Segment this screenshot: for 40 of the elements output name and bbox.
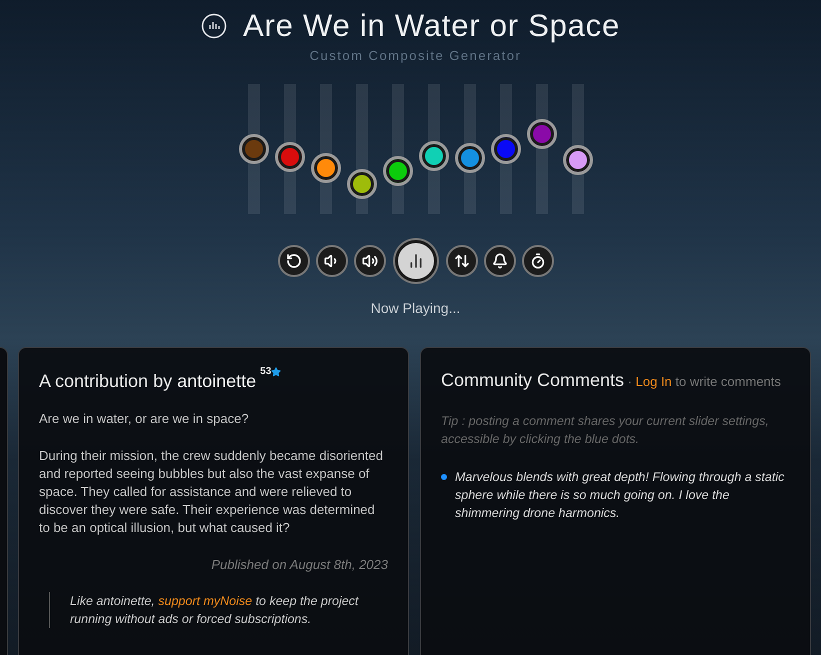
comment-text: Marvelous blends with great depth! Flowing through a static sphere while there is so much going on. I love the shimmering drone harmonics.	[455, 469, 786, 522]
login-link[interactable]: Log In	[636, 374, 672, 389]
slider-thumb[interactable]	[418, 140, 448, 171]
control-button[interactable]	[354, 244, 386, 276]
reset-icon	[286, 252, 302, 268]
slider-thumb[interactable]	[346, 168, 376, 199]
control-button[interactable]	[484, 244, 516, 276]
slider-thumb[interactable]	[382, 156, 412, 186]
contribution-title: A contribution by	[39, 370, 172, 393]
bell-icon	[492, 252, 508, 268]
support-note: Like antoinette, support myNoise to keep the project running without ads or forced subscriptions.	[49, 592, 388, 628]
bars-icon	[408, 252, 424, 268]
slider-thumb[interactable]	[310, 153, 340, 184]
control-button[interactable]	[278, 244, 310, 276]
contribution-question: Are we in water, or are we in space?	[39, 410, 250, 428]
control-button[interactable]	[446, 244, 478, 276]
status-text: Now Playing...	[370, 298, 460, 318]
slider-thumb[interactable]	[526, 119, 556, 150]
tip-text: Tip : posting a comment shares your current slider settings, accessible by clicking the blue dots.	[441, 413, 770, 448]
slider-thumb[interactable]	[274, 142, 304, 172]
play-button[interactable]	[394, 240, 436, 282]
control-button[interactable]	[522, 244, 554, 276]
slider-thumb[interactable]	[238, 134, 268, 164]
slider-thumb[interactable]	[490, 134, 520, 164]
author-link[interactable]: antoinette	[177, 368, 256, 395]
publish-date: Published on August 8th, 2023	[210, 556, 388, 574]
contribution-story: During their mission, the crew suddenly became disoriented and reported seeing bubbles but also the vast expanse of space. They called for assistance and were relieved to discover they were safe. Their experience was determined to be an optical illusion, but what caused it?	[39, 446, 384, 536]
support-link[interactable]: support myNoise	[158, 594, 252, 608]
page-subtitle: Custom Composite Generator	[310, 47, 522, 65]
star-count: 53	[260, 365, 272, 379]
page-title: Are We in Water or Space	[243, 7, 620, 45]
arrows-icon	[454, 252, 470, 268]
timer-icon	[530, 252, 546, 268]
control-button[interactable]	[316, 244, 348, 276]
comments-heading: Community Comments · Log In to write comments	[441, 369, 782, 392]
star-icon	[271, 367, 282, 377]
volume-up-icon	[362, 252, 378, 268]
slider-thumb[interactable]	[454, 143, 484, 174]
equalizer-logo-icon	[201, 13, 228, 39]
slider-thumb[interactable]	[562, 145, 592, 176]
